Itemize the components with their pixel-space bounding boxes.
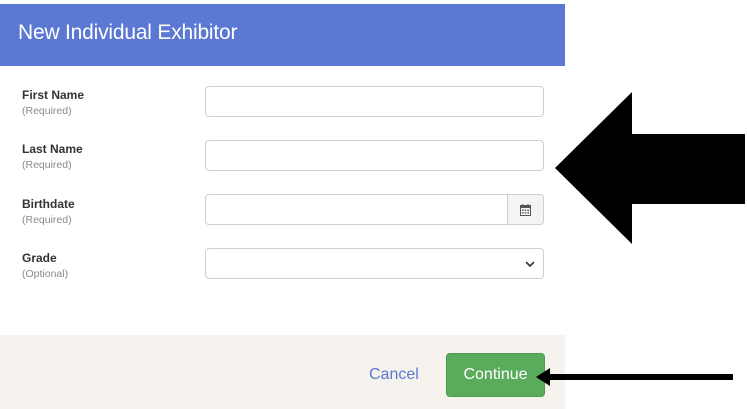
grade-label-text: Grade [22,251,57,265]
grade-requirement: (Optional) [22,268,69,280]
new-exhibitor-modal: New Individual Exhibitor First Name (Req… [0,0,565,409]
first-name-label-text: First Name [22,88,85,102]
last-name-label-text: Last Name [22,142,83,156]
date-picker-button[interactable] [507,195,543,224]
arrow-left-icon [555,92,745,244]
modal-title: New Individual Exhibitor [18,21,238,44]
birthdate-input[interactable] [206,195,508,224]
birthdate-label-text: Birthdate [22,197,75,211]
first-name-label: First Name (Required) [22,88,192,117]
first-name-requirement: (Required) [22,105,72,117]
arrow-left-icon [536,368,733,386]
birthdate-requirement: (Required) [22,214,72,226]
first-name-input[interactable] [205,86,544,117]
last-name-requirement: (Required) [22,159,72,171]
grade-select[interactable] [205,248,544,279]
birthdate-label: Birthdate (Required) [22,197,192,226]
birthdate-field [205,194,544,225]
calendar-icon [520,203,531,216]
continue-button[interactable]: Continue [446,353,545,397]
modal-header: New Individual Exhibitor [0,4,565,66]
last-name-input[interactable] [205,140,544,171]
modal-footer: Cancel Continue [0,335,565,409]
last-name-label: Last Name (Required) [22,142,192,171]
chevron-down-icon [525,261,535,267]
cancel-button[interactable]: Cancel [369,366,419,384]
grade-label: Grade (Optional) [22,251,192,280]
